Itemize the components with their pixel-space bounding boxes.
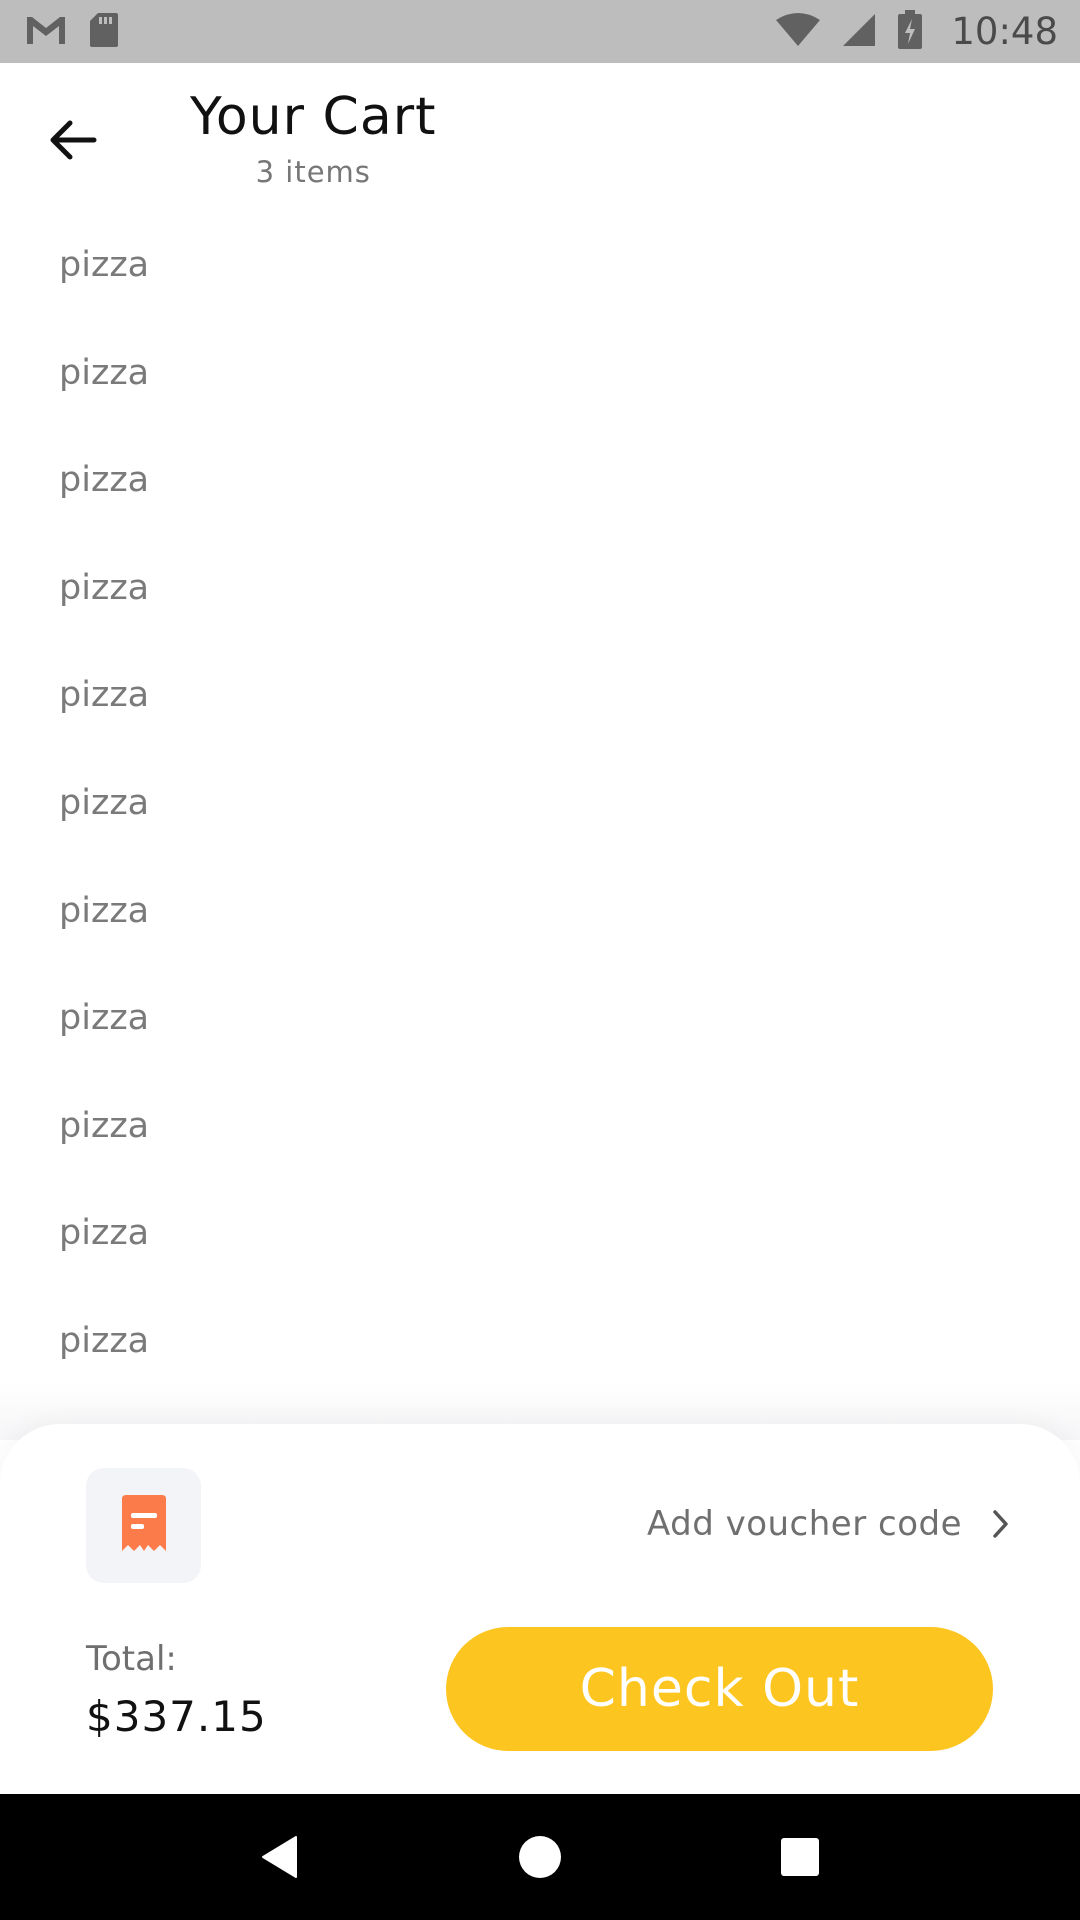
wifi-icon	[775, 12, 821, 52]
signal-icon	[841, 12, 877, 52]
item-count: 3 items	[255, 155, 371, 189]
checkout-button[interactable]: Check Out	[446, 1627, 993, 1751]
cart-item-list: pizza pizza pizza pizza pizza pizza pizz…	[0, 225, 1080, 1409]
list-item[interactable]: pizza	[0, 225, 1080, 333]
list-item[interactable]: pizza	[0, 871, 1080, 979]
voucher-label: Add voucher code	[646, 1504, 962, 1544]
recents-nav-icon[interactable]	[770, 1827, 830, 1887]
cart-header: Your Cart 3 items	[0, 63, 1080, 203]
chevron-right-icon	[993, 1510, 1008, 1538]
total-value: $337.15	[86, 1692, 267, 1741]
arrow-left-icon	[50, 120, 97, 160]
page-title: Your Cart	[190, 87, 437, 147]
list-item[interactable]: pizza	[0, 1086, 1080, 1194]
list-item[interactable]: pizza	[0, 1193, 1080, 1301]
home-nav-icon[interactable]	[510, 1827, 570, 1887]
list-item[interactable]: pizza	[0, 548, 1080, 656]
status-bar: 10:48	[0, 0, 1080, 63]
back-nav-icon[interactable]	[250, 1827, 310, 1887]
title-block: Your Cart 3 items	[190, 87, 436, 189]
sd-card-icon	[88, 11, 120, 53]
status-time: 10:48	[951, 10, 1058, 53]
status-bar-notifications	[24, 11, 120, 53]
voucher-icon-button[interactable]	[86, 1468, 201, 1583]
system-nav-bar	[0, 1794, 1080, 1920]
list-item[interactable]: pizza	[0, 440, 1080, 548]
list-item[interactable]: pizza	[0, 978, 1080, 1086]
status-bar-system: 10:48	[775, 9, 1058, 54]
battery-charging-icon	[897, 9, 923, 54]
list-item[interactable]: pizza	[0, 333, 1080, 441]
back-button[interactable]	[40, 107, 106, 173]
add-voucher-link[interactable]: Add voucher code	[647, 1504, 1010, 1544]
checkout-sheet: Add voucher code Total: $337.15 Check Ou…	[0, 1424, 1080, 1794]
list-item[interactable]: pizza	[0, 763, 1080, 871]
list-item[interactable]: pizza	[0, 655, 1080, 763]
gmail-icon	[24, 13, 68, 51]
total-label: Total:	[86, 1639, 177, 1679]
receipt-icon	[121, 1494, 166, 1551]
